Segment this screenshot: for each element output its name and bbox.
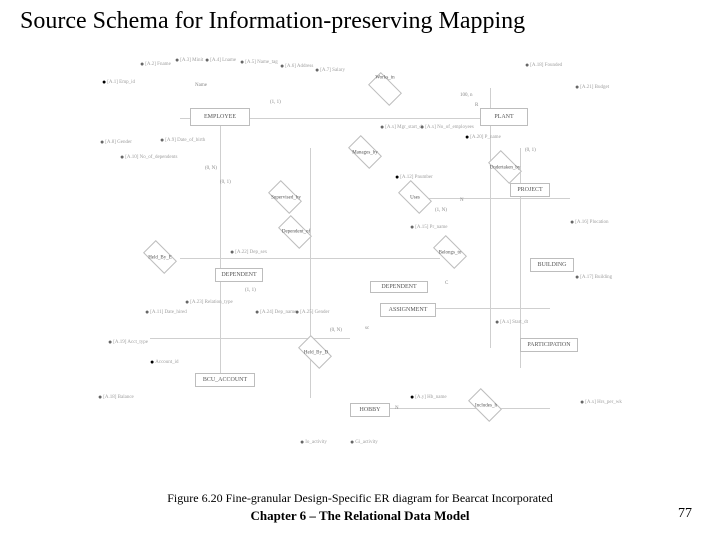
attr-gender: [A.8] Gender: [100, 138, 132, 146]
card-1: (1, 1): [270, 100, 281, 105]
attr-dob: [A.9] Date_of_birth: [160, 136, 205, 144]
chapter-label: Chapter 6 – The Relational Data Model: [250, 508, 469, 524]
rel-held-by-d-label: Held_By_D: [304, 351, 328, 356]
attr-balance: [A.18] Balance: [98, 393, 134, 401]
attr-bstart: [A.x] Start_dt: [495, 318, 528, 326]
entity-plant: PLANT: [480, 108, 528, 126]
page-number: 77: [678, 506, 692, 522]
card-sc: sc: [365, 326, 369, 331]
entity-dependent-weak: DEPENDENT: [215, 268, 263, 282]
card-4: (0, 1): [220, 180, 231, 185]
rel-undertaken-by-label: Undertaken_by: [490, 166, 521, 171]
attr-acct-type: [A.19] Acct_type: [108, 338, 148, 346]
attr-founded: [A.18] Founded: [525, 61, 562, 69]
attr-hrs-wk: [A.x] Hrs_per_wk: [580, 398, 622, 406]
card-8: N: [395, 406, 399, 411]
rel-held-by-e-label: Held_By_E: [148, 256, 172, 261]
entity-assignment: ASSIGNMENT: [380, 303, 436, 317]
attr-plocation: [A.16] Plocation: [570, 218, 609, 226]
attr-dep-name: [A.24] Dep_name: [255, 308, 296, 316]
attr-acct-id: Account_id: [150, 358, 179, 366]
attr-io-activity: Io_activity: [300, 438, 327, 446]
card-3: (0, N): [205, 166, 217, 171]
slide-footer: Figure 6.20 Fine-granular Design-Specifi…: [0, 491, 720, 524]
attr-fname: [A.2] Fname: [140, 60, 171, 68]
attr-emp-id: [A.1] Emp_id: [102, 78, 135, 86]
rel-managed-by-label: Manages_by: [352, 151, 378, 156]
rel-belongs-to-label: Belongs_to: [439, 251, 462, 256]
attr-name-tag: [A.5] Name_tag: [240, 58, 278, 66]
rel-dependent-of-label: Dependent_of: [282, 230, 310, 235]
attr-mgr-start: [A.x] Mgr_start_dt: [380, 123, 423, 131]
entity-dependent: DEPENDENT: [370, 281, 428, 293]
attr-relation: [A.23] Relation_type: [185, 298, 233, 306]
attr-building: [A.17] Building: [575, 273, 612, 281]
er-diagram: EMPLOYEE PLANT PROJECT BUILDING PARTICIP…: [90, 48, 640, 478]
entity-employee: EMPLOYEE: [190, 108, 250, 126]
figure-caption: Figure 6.20 Fine-granular Design-Specifi…: [0, 491, 720, 506]
rel-supervised-by-label: Supervised_by: [271, 196, 301, 201]
attr-lname: [A.4] Lname: [205, 56, 236, 64]
attr-pr-name: [A.15] Pr_name: [410, 223, 447, 231]
attr-date-hired: [A.11] Date_hired: [145, 308, 187, 316]
attr-num-dep: [A.10] No_of_dependents: [120, 153, 177, 161]
entity-hobby: HOBBY: [350, 403, 390, 417]
card-9: (1, 1): [245, 288, 256, 293]
entity-project: PROJECT: [510, 183, 550, 197]
card-5: (1, N): [435, 208, 447, 213]
attr-gi-activity: Gi_activity: [350, 438, 378, 446]
entity-participation: PARTICIPATION: [520, 338, 578, 352]
rel-includes-h-label: Includes_h: [475, 404, 497, 409]
attr-address: [A.6] Address: [280, 62, 313, 70]
entity-building: BUILDING: [530, 258, 574, 272]
isa-marker-2: N: [460, 198, 464, 203]
card-10: (0, N): [330, 328, 342, 333]
attr-hb-name: [A.y] Hb_name: [410, 393, 447, 401]
attr-pnumber: [A.12] Pnumber: [395, 173, 433, 181]
attr-minit: [A.3] Minit: [175, 56, 203, 64]
attr-salary: [A.7] Salary: [315, 66, 345, 74]
rel-uses-label: Uses: [410, 196, 420, 201]
attr-dep-sex: [A.22] Dep_sex: [230, 248, 267, 256]
card-6: (0, 1): [525, 148, 536, 153]
entity-bcu-account: BCU_ACCOUNT: [195, 373, 255, 387]
slide-title: Source Schema for Information-preserving…: [0, 0, 720, 39]
card-2: 100, n: [460, 93, 473, 98]
attr-p-name: [A.20] P_name: [465, 133, 501, 141]
card-7: C: [445, 281, 448, 286]
attr-no-emp: [A.x] No_of_employees: [420, 123, 474, 131]
attr-name-composite: Name: [195, 83, 207, 88]
rel-works-in-label: Works_in: [375, 76, 394, 81]
isa-marker-1: R: [475, 103, 478, 108]
attr-budget: [A.21] Budget: [575, 83, 609, 91]
attr-gender2: [A.25] Gender: [295, 308, 329, 316]
